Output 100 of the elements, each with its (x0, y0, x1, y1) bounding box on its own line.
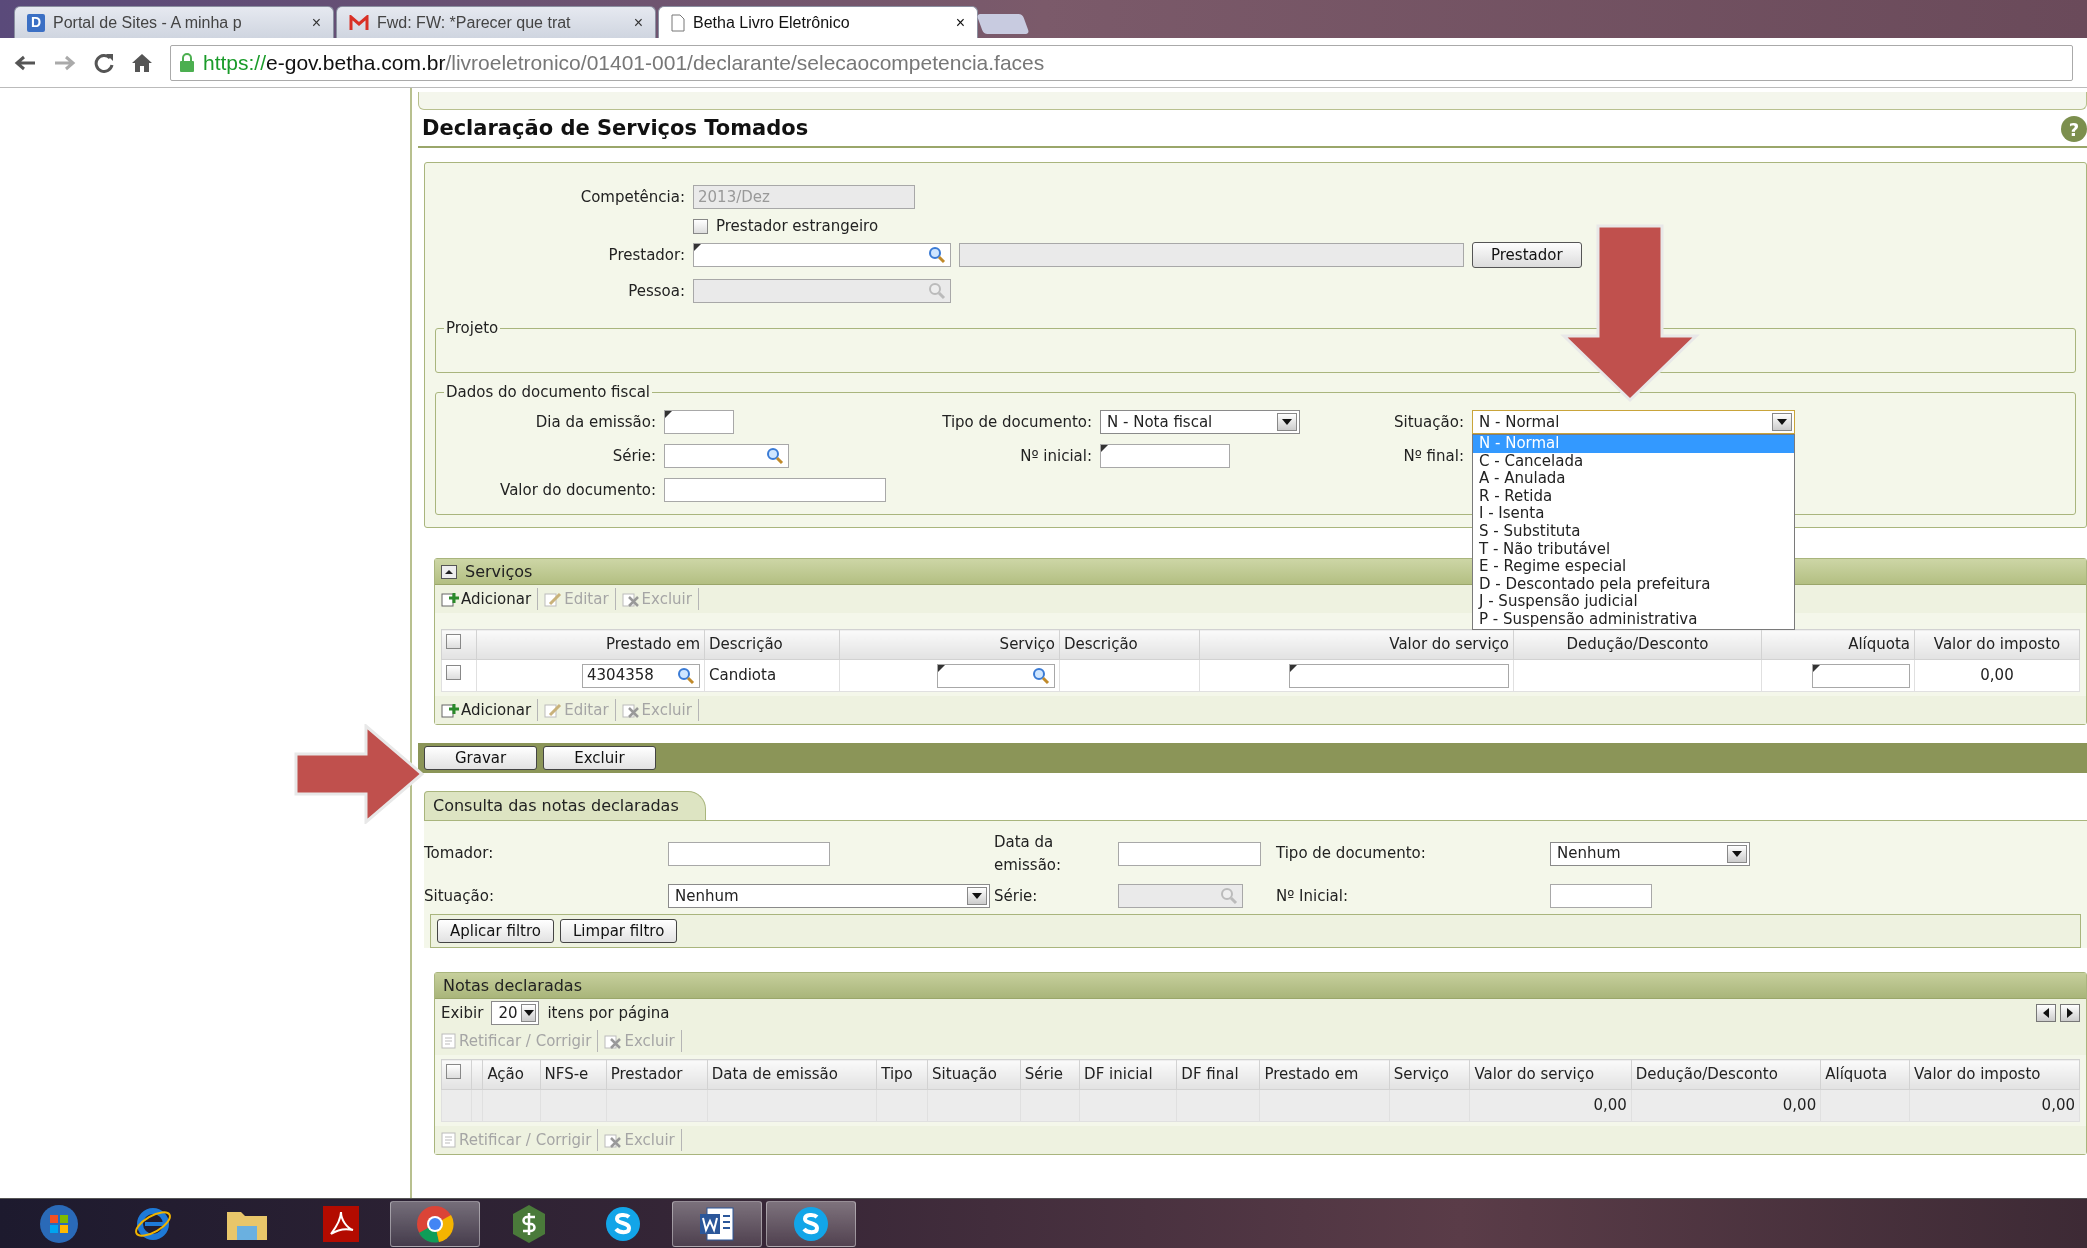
column-header: NFS-e (540, 1059, 607, 1090)
page-icon (671, 13, 685, 32)
checkbox[interactable] (446, 1064, 461, 1080)
column-header: Dedução/Desconto (1513, 629, 1762, 660)
input-field[interactable] (1550, 884, 1652, 908)
caret-icon (1732, 850, 1742, 857)
toolbar-button[interactable]: Adicionar (441, 698, 539, 722)
checkbox[interactable] (446, 634, 461, 650)
help-icon[interactable]: ? (2061, 116, 2087, 142)
column-header: Ação (482, 1059, 541, 1090)
next-page-button[interactable] (2060, 1004, 2080, 1022)
search-icon[interactable] (677, 666, 695, 685)
taskbar-button[interactable] (390, 1200, 480, 1247)
browser-tab[interactable]: D Portal de Sites - A minha p × (14, 6, 334, 38)
input-field[interactable] (668, 841, 830, 866)
select-field[interactable]: Nenhum (668, 884, 990, 908)
document-icon (441, 1033, 457, 1049)
url-text: https://e-gov.betha.com.br/livroeletronico/01401-001/declarante/selecaocompetencia.faces (203, 49, 1045, 76)
table-cell: 0,00 (1909, 1089, 2080, 1122)
search-icon[interactable] (1032, 666, 1050, 685)
close-icon[interactable]: × (311, 10, 321, 35)
lookup-field[interactable] (664, 444, 789, 468)
site-icon: D (27, 13, 45, 32)
dropdown-option[interactable]: P - Suspensão administrativa (1473, 610, 1794, 629)
dropdown-option[interactable]: D - Descontado pela prefeitura (1473, 575, 1794, 594)
checkbox[interactable] (446, 665, 461, 681)
input-field[interactable] (1100, 444, 1230, 468)
search-icon[interactable] (928, 246, 946, 264)
browser-tab[interactable]: Betha Livro Eletrônico × (658, 6, 978, 38)
reload-icon[interactable] (94, 52, 114, 73)
delete-icon (621, 702, 640, 718)
input-field[interactable] (664, 478, 886, 502)
field-label: Valor do documento: (499, 479, 656, 501)
field-label: Prestador: (607, 244, 685, 266)
input-field[interactable] (1118, 841, 1261, 866)
filter-button[interactable]: Aplicar filtro (437, 919, 554, 943)
lookup-field[interactable] (937, 663, 1055, 688)
column-header: Descrição (1059, 629, 1200, 660)
field-label: Série: (994, 885, 1039, 907)
close-icon[interactable]: × (955, 10, 965, 35)
table-cell: 0,00 (1914, 659, 2080, 692)
dropdown-option[interactable]: A - Anulada (1473, 470, 1794, 488)
column-header: Valor do imposto (1909, 1059, 2080, 1090)
filter-button[interactable]: Limpar filtro (560, 919, 678, 943)
input-field[interactable] (1289, 663, 1509, 688)
input-field[interactable] (664, 410, 734, 434)
taskbar-button[interactable] (672, 1200, 762, 1247)
start-icon[interactable] (39, 1203, 79, 1244)
delete-icon (604, 1033, 623, 1049)
field-label: Nº inicial: (1019, 445, 1092, 467)
field-label: Exibir (441, 1002, 484, 1024)
money-icon[interactable] (511, 1203, 547, 1244)
dropdown-option[interactable]: I - Isenta (1473, 505, 1794, 523)
page-size-select[interactable]: 20 (491, 1001, 540, 1025)
toolbar-button[interactable]: Adicionar (441, 587, 539, 611)
dropdown-option[interactable]: R - Retida (1473, 487, 1794, 506)
home-icon[interactable] (132, 52, 152, 73)
column-header: Dedução/Desconto (1631, 1059, 1821, 1090)
select-field[interactable]: N - Normal (1472, 410, 1795, 434)
browser-tab[interactable]: Fwd: FW: *Parecer que trat × (336, 6, 656, 38)
dropdown-option[interactable]: J - Suspensão judicial (1473, 593, 1794, 611)
select-field[interactable]: Nenhum (1550, 841, 1750, 866)
left-triangle-icon (2043, 1008, 2049, 1018)
dropdown-option[interactable]: C - Cancelada (1473, 452, 1794, 471)
dropdown-option[interactable]: E - Regime especial (1473, 558, 1794, 576)
mail-icon (349, 14, 369, 31)
prestador-button[interactable]: Prestador (1472, 242, 1582, 268)
column-header: Tipo (876, 1059, 928, 1090)
input-field[interactable] (1812, 663, 1910, 688)
caret-icon (972, 893, 982, 899)
new-tab-button[interactable] (976, 14, 1030, 34)
field-label: Dia da emissão: (534, 411, 656, 433)
input-field[interactable] (959, 243, 1464, 267)
address-bar[interactable]: https://e-gov.betha.com.br/livroeletronico/01401-001/declarante/selecaocompetencia.faces (170, 44, 2073, 81)
column-header: Data de emissão (707, 1059, 877, 1090)
previous-page-button[interactable] (2036, 1004, 2056, 1022)
taskbar-button[interactable] (766, 1200, 856, 1247)
delete-icon (604, 1132, 623, 1148)
caret-icon (1777, 419, 1787, 425)
search-icon[interactable] (766, 447, 784, 465)
dropdown-option[interactable]: T - Não tributável (1473, 540, 1794, 559)
select-field[interactable]: N - Nota fiscal (1100, 410, 1300, 434)
field-label: Série: (611, 445, 656, 467)
column-header: Alíquota (1761, 629, 1915, 660)
action-button[interactable]: Gravar (424, 746, 538, 770)
dropdown-option[interactable]: S - Substituta (1473, 522, 1794, 541)
field-label: Situação: (424, 885, 495, 907)
column-header: Valor do serviço (1199, 629, 1514, 660)
collapse-icon[interactable] (441, 564, 457, 579)
table-cell: 0,00 (1631, 1089, 1821, 1122)
action-button[interactable]: Excluir (543, 746, 656, 770)
page-title: Declaração de Serviços Tomados (422, 116, 809, 142)
lookup-field[interactable] (693, 243, 951, 267)
chrome-icon[interactable] (415, 1203, 455, 1244)
close-icon[interactable]: × (633, 10, 643, 35)
lookup-field[interactable]: 4304358 (582, 663, 700, 688)
pdf-icon[interactable] (323, 1205, 359, 1242)
panel-title: Serviços (465, 560, 533, 583)
back-icon[interactable] (14, 53, 36, 72)
checkbox[interactable]: Prestador estrangeiro (693, 214, 879, 238)
